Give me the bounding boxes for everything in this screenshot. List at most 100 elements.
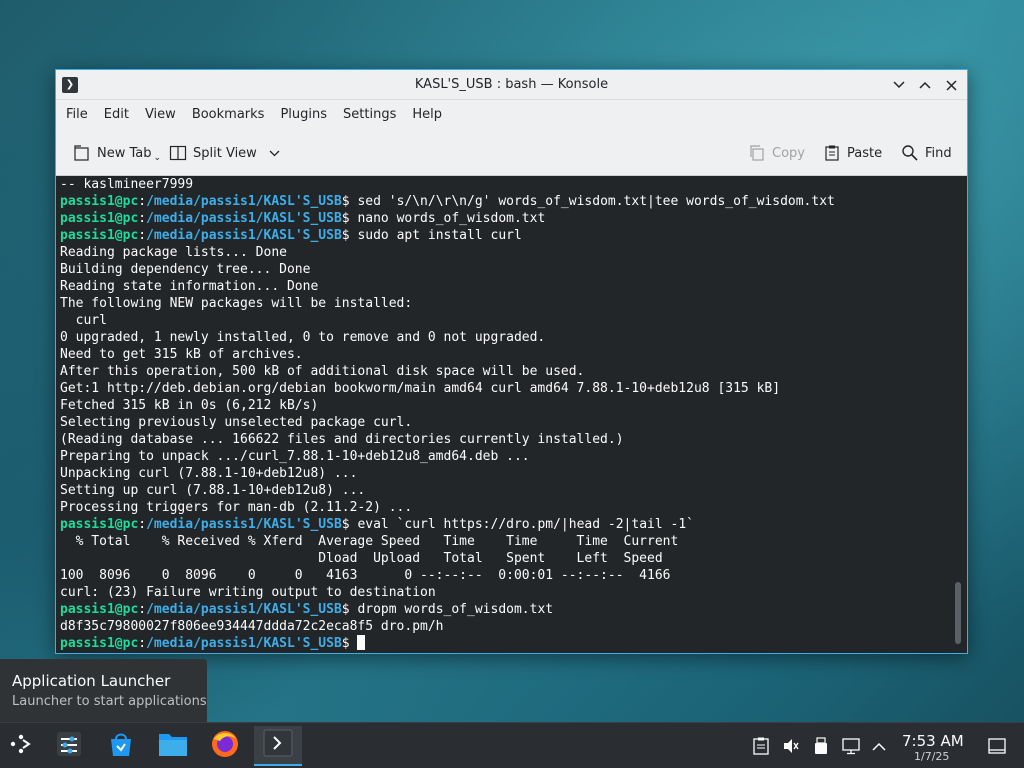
menu-settings[interactable]: Settings xyxy=(335,100,404,130)
copy-icon xyxy=(748,144,766,162)
usb-drive-icon[interactable] xyxy=(812,737,830,755)
paste-icon xyxy=(823,144,841,162)
new-tab-icon xyxy=(73,144,91,162)
volume-muted-icon[interactable] xyxy=(782,737,800,755)
terminal-output-line: 0 upgraded, 1 newly installed, 0 to remo… xyxy=(60,330,546,345)
prompt-path: /media/passis1/KASL'S_USB xyxy=(146,602,342,617)
paste-label: Paste xyxy=(847,145,883,161)
split-view-icon xyxy=(169,144,187,162)
menu-view[interactable]: View xyxy=(137,100,184,130)
prompt-user: passis1@pc xyxy=(60,517,139,532)
chevron-down-icon[interactable] xyxy=(269,146,280,161)
terminal-command-line: passis1@pc:/media/passis1/KASL'S_USB$ na… xyxy=(60,211,546,226)
terminal-output-line: After this operation, 500 kB of addition… xyxy=(60,364,585,379)
prompt-user: passis1@pc xyxy=(60,211,139,226)
terminal-output-line: Reading state information... Done xyxy=(60,279,319,294)
terminal-output-line: Get:1 http://deb.debian.org/debian bookw… xyxy=(60,381,781,396)
menu-bar: File Edit View Bookmarks Plugins Setting… xyxy=(56,100,967,130)
firefox-icon xyxy=(210,729,240,763)
application-launcher-button[interactable] xyxy=(0,726,42,766)
prompt-path: /media/passis1/KASL'S_USB xyxy=(146,517,342,532)
discover-store-icon xyxy=(107,730,135,762)
terminal-output-line: Building dependency tree... Done xyxy=(60,262,311,277)
prompt-path: /media/passis1/KASL'S_USB xyxy=(146,228,342,243)
command-text: sed 's/\n/\r\n/g' words_of_wisdom.txt|te… xyxy=(357,194,835,209)
network-icon[interactable] xyxy=(842,737,860,755)
terminal-output-line: Setting up curl (7.88.1-10+deb12u8) ... xyxy=(60,483,366,498)
terminal-command-line: passis1@pc:/media/passis1/KASL'S_USB$ dr… xyxy=(60,602,554,617)
terminal-output-line: Processing triggers for man-db (2.11.2-2… xyxy=(60,500,413,515)
terminal-output-line: (Reading database ... 166622 files and d… xyxy=(60,432,624,447)
prompt-path: /media/passis1/KASL'S_USB xyxy=(146,636,342,651)
terminal-output-line: Unpacking curl (7.88.1-10+deb12u8) ... xyxy=(60,466,358,481)
menu-edit[interactable]: Edit xyxy=(96,100,137,130)
menu-bookmarks[interactable]: Bookmarks xyxy=(184,100,273,130)
search-icon xyxy=(901,144,919,162)
file-manager-task[interactable] xyxy=(152,726,194,766)
application-launcher-icon xyxy=(8,731,34,761)
command-text: eval `curl https://dro.pm/|head -2|tail … xyxy=(357,517,694,532)
menu-help[interactable]: Help xyxy=(404,100,450,130)
terminal-view[interactable]: -- kaslmineer7999 passis1@pc:/media/passi… xyxy=(56,176,967,653)
terminal-output-line: Reading package lists... Done xyxy=(60,245,287,260)
title-bar[interactable]: ❯ KASL'S_USB : bash — Konsole xyxy=(56,70,967,100)
show-desktop-icon[interactable] xyxy=(988,737,1006,755)
prompt-path: /media/passis1/KASL'S_USB xyxy=(146,194,342,209)
split-view-button[interactable]: Split View xyxy=(169,140,280,166)
toolbar: New Tab ⌄ Split View Copy Paste Find xyxy=(56,130,967,176)
menu-plugins[interactable]: Plugins xyxy=(272,100,335,130)
discover-task[interactable] xyxy=(100,726,142,766)
terminal-prompt-line: passis1@pc:/media/passis1/KASL'S_USB$ xyxy=(60,635,951,652)
terminal-output-line: % Total % Received % Xferd Average Speed… xyxy=(60,534,679,549)
terminal-cursor xyxy=(357,635,366,650)
settings-icon xyxy=(55,730,83,762)
terminal-output-line: d8f35c79800027f806ee934447ddda72c2eca8f5… xyxy=(60,619,444,634)
menu-file[interactable]: File xyxy=(58,100,96,130)
copy-label: Copy xyxy=(772,145,805,161)
konsole-icon xyxy=(263,729,293,761)
prompt-user: passis1@pc xyxy=(60,194,139,209)
close-icon[interactable] xyxy=(941,75,961,95)
clock-date[interactable]: 1/7/25 xyxy=(914,750,949,763)
terminal-output: -- kaslmineer7999 passis1@pc:/media/passi… xyxy=(60,176,951,652)
prompt-user: passis1@pc xyxy=(60,602,139,617)
konsole-window: ❯ KASL'S_USB : bash — Konsole File Edit … xyxy=(55,69,968,654)
file-manager-icon xyxy=(158,730,188,762)
terminal-output-line: curl: (23) Failure writing output to des… xyxy=(60,585,436,600)
command-text: sudo apt install curl xyxy=(357,228,522,243)
prompt-user: passis1@pc xyxy=(60,636,139,651)
application-launcher-tooltip: Application Launcher Launcher to start a… xyxy=(0,659,207,722)
terminal-output-line: Need to get 315 kB of archives. xyxy=(60,347,303,362)
terminal-command-line: passis1@pc:/media/passis1/KASL'S_USB$ ev… xyxy=(60,517,694,532)
terminal-output-line: Dload Upload Total Spent Left Speed xyxy=(60,551,663,566)
taskbar: 7:53 AM 1/7/25 xyxy=(0,722,1024,768)
terminal-output-line: The following NEW packages will be insta… xyxy=(60,296,413,311)
new-tab-button[interactable]: New Tab ⌄ xyxy=(73,140,161,166)
maximize-icon[interactable] xyxy=(915,75,935,95)
minimize-icon[interactable] xyxy=(889,75,909,95)
terminal-output-line: 100 8096 0 8096 0 0 4163 0 --:--:-- 0:00… xyxy=(60,568,671,583)
prompt-user: passis1@pc xyxy=(60,228,139,243)
find-button[interactable]: Find xyxy=(901,140,952,166)
clipboard-icon[interactable] xyxy=(752,737,770,755)
terminal-command-line: passis1@pc:/media/passis1/KASL'S_USB$ se… xyxy=(60,194,835,209)
terminal-scrollbar[interactable] xyxy=(953,182,961,647)
terminal-command-line: passis1@pc:/media/passis1/KASL'S_USB$ su… xyxy=(60,228,522,243)
terminal-output-line: Selecting previously unselected package … xyxy=(60,415,413,430)
terminal-output-line: Fetched 315 kB in 0s (6,212 kB/s) xyxy=(60,398,319,413)
chevron-up-icon[interactable] xyxy=(870,737,888,755)
command-text: nano words_of_wisdom.txt xyxy=(357,211,546,226)
clock-time[interactable]: 7:53 AM xyxy=(902,732,964,750)
firefox-task[interactable] xyxy=(204,726,246,766)
paste-button[interactable]: Paste xyxy=(823,140,882,166)
scrollbar-thumb[interactable] xyxy=(955,582,961,644)
new-tab-dropdown-icon[interactable]: ⌄ xyxy=(154,153,162,163)
prompt-path: /media/passis1/KASL'S_USB xyxy=(146,211,342,226)
split-view-label: Split View xyxy=(193,145,257,161)
copy-button[interactable]: Copy xyxy=(748,140,805,166)
konsole-task[interactable] xyxy=(254,726,302,766)
system-settings-task[interactable] xyxy=(48,726,90,766)
window-title: KASL'S_USB : bash — Konsole xyxy=(414,77,609,92)
terminal-output-line: Preparing to unpack .../curl_7.88.1-10+d… xyxy=(60,449,530,464)
command-text: dropm words_of_wisdom.txt xyxy=(357,602,554,617)
